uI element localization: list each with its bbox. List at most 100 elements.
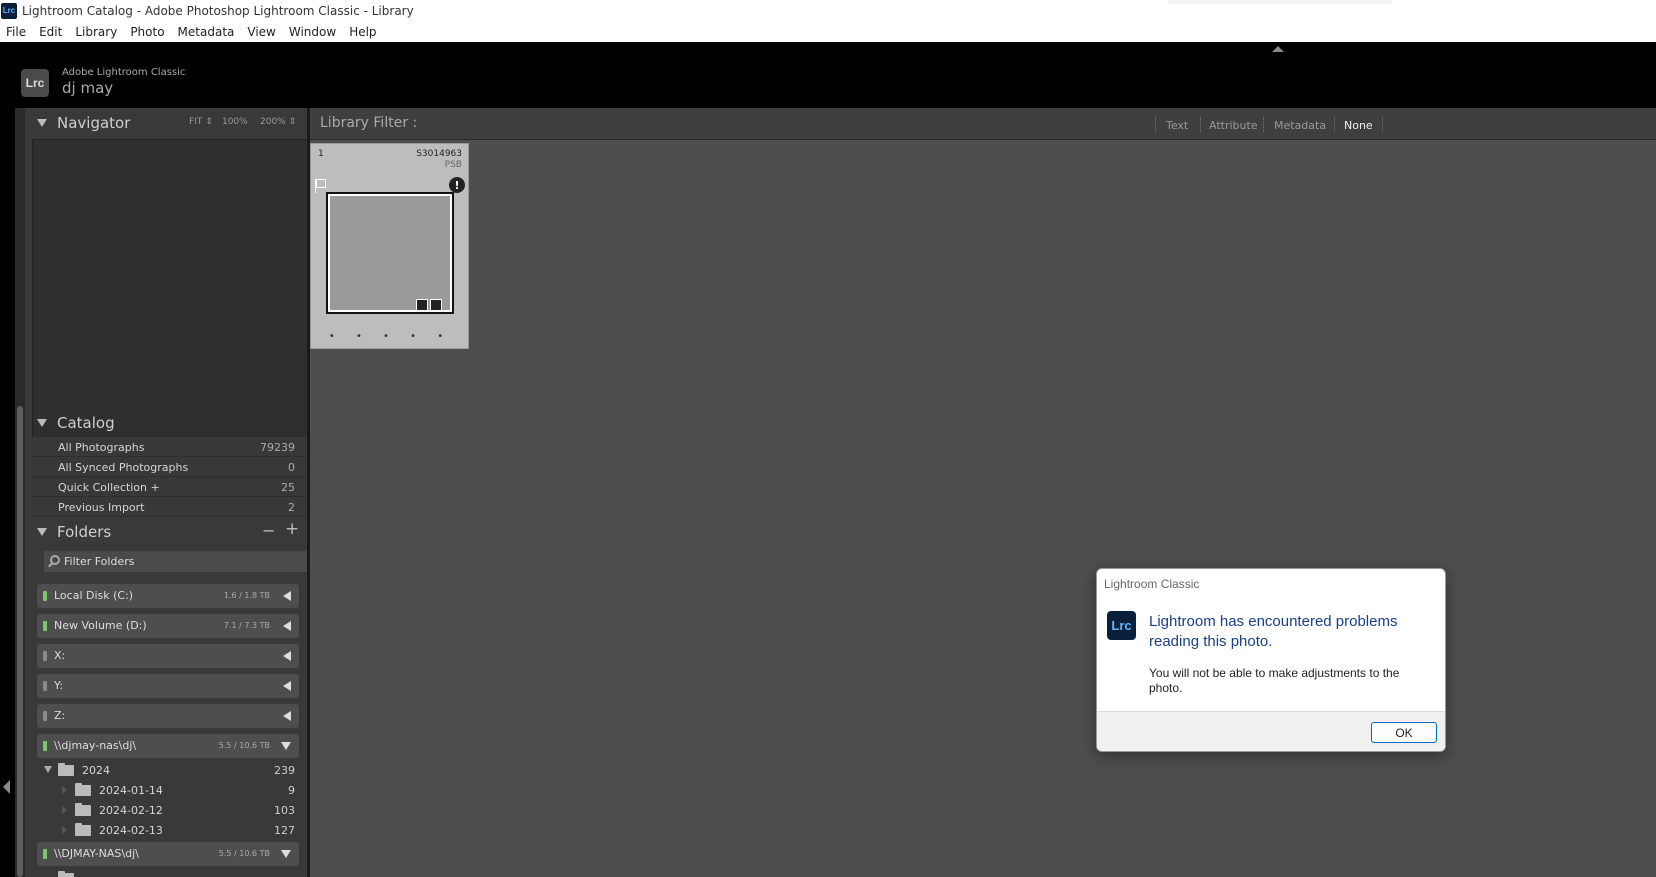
menu-metadata[interactable]: Metadata bbox=[178, 25, 235, 39]
flag-icon[interactable] bbox=[315, 179, 326, 193]
titlebar-blank bbox=[1168, 0, 1392, 4]
catalog-item-previous-import[interactable]: Previous Import 2 bbox=[32, 497, 307, 517]
folder-row-2024-02-12[interactable]: 2024-02-12 103 bbox=[32, 800, 307, 820]
folder-collapsed-triangle-icon[interactable] bbox=[62, 786, 67, 794]
warning-icon[interactable]: ! bbox=[449, 177, 465, 193]
menu-library[interactable]: Library bbox=[75, 25, 117, 39]
volume-djmay-nas[interactable]: \\djmay-nas\dj\ 5.5 / 10.6 TB bbox=[37, 734, 299, 758]
dialog-body: You will not be able to make adjustments… bbox=[1149, 666, 1400, 695]
zoom-100[interactable]: 100% bbox=[222, 117, 248, 127]
catalog-title: Catalog bbox=[57, 414, 115, 432]
lrc-app-icon: Lrc bbox=[1, 2, 17, 19]
expand-left-triangle-icon[interactable] bbox=[283, 591, 291, 601]
ok-button[interactable]: OK bbox=[1371, 722, 1437, 743]
filter-separator bbox=[1334, 117, 1335, 132]
left-panel-toggle-icon[interactable] bbox=[3, 780, 10, 794]
volume-label: X: bbox=[54, 649, 66, 662]
volume-space: 5.5 / 10.6 TB bbox=[218, 741, 270, 750]
folder-count: 9 bbox=[288, 784, 295, 797]
catalog-item-count: 25 bbox=[281, 481, 295, 494]
collapse-down-triangle-icon[interactable] bbox=[281, 850, 291, 858]
volume-local-disk-c[interactable]: Local Disk (C:) 1.6 / 1.8 TB bbox=[37, 584, 299, 608]
volume-new-volume-d[interactable]: New Volume (D:) 7.1 / 7.3 TB bbox=[37, 614, 299, 638]
filter-folders-input[interactable]: Filter Folders bbox=[44, 551, 307, 572]
volume-status-led bbox=[43, 591, 47, 601]
catalog-header[interactable]: Catalog bbox=[32, 410, 307, 436]
expand-left-triangle-icon[interactable] bbox=[283, 621, 291, 631]
menu-file[interactable]: File bbox=[6, 25, 26, 39]
left-panel-edge bbox=[0, 108, 15, 877]
catalog-item-label: Previous Import bbox=[58, 501, 145, 514]
expand-left-triangle-icon[interactable] bbox=[283, 681, 291, 691]
filter-none-tab[interactable]: None bbox=[1344, 119, 1373, 132]
volume-z[interactable]: Z: bbox=[37, 704, 299, 728]
volume-x[interactable]: X: bbox=[37, 644, 299, 668]
zoom-fit[interactable]: FIT ⇕ bbox=[189, 117, 213, 127]
folder-collapsed-triangle-icon[interactable] bbox=[62, 806, 67, 814]
thumbnail-cell[interactable]: 1 S3014963 PSB ! • • • • • bbox=[310, 143, 469, 349]
lrc-dialog-icon: Lrc bbox=[1107, 611, 1136, 640]
folder-icon bbox=[75, 823, 91, 836]
catalog-item-count: 79239 bbox=[260, 441, 295, 454]
folder-row-2024[interactable]: 2024 239 bbox=[32, 760, 307, 780]
collapse-down-triangle-icon[interactable] bbox=[281, 742, 291, 750]
collapse-triangle-icon[interactable] bbox=[37, 528, 47, 536]
folder-row-2024-01-14[interactable]: 2024-01-14 9 bbox=[32, 780, 307, 800]
volume-space: 5.5 / 10.6 TB bbox=[218, 849, 270, 858]
identity-user: dj may bbox=[62, 79, 114, 97]
volume-status-led bbox=[43, 711, 47, 721]
collapse-triangle-icon[interactable] bbox=[37, 419, 47, 427]
expand-left-triangle-icon[interactable] bbox=[283, 651, 291, 661]
folders-title: Folders bbox=[57, 523, 112, 541]
dialog-title: Lightroom Classic bbox=[1104, 577, 1200, 591]
volume-status-led bbox=[43, 681, 47, 691]
identity-subtitle: Adobe Lightroom Classic bbox=[62, 67, 186, 78]
folder-icon bbox=[58, 763, 74, 776]
folder-row-2024-02-13[interactable]: 2024-02-13 127 bbox=[32, 820, 307, 840]
scrollbar-thumb[interactable] bbox=[17, 406, 23, 877]
volume-space: 7.1 / 7.3 TB bbox=[223, 621, 270, 630]
filter-text-tab[interactable]: Text bbox=[1166, 119, 1188, 132]
star-rating[interactable]: • • • • • bbox=[311, 331, 470, 342]
filter-metadata-tab[interactable]: Metadata bbox=[1274, 119, 1326, 132]
volume-label: Local Disk (C:) bbox=[54, 589, 134, 602]
volume-label: Z: bbox=[54, 709, 66, 722]
add-folder-button[interactable]: + bbox=[285, 519, 299, 539]
folder-collapsed-triangle-icon[interactable] bbox=[62, 826, 67, 834]
volume-status-led bbox=[43, 849, 47, 859]
left-panel-scrollbar[interactable] bbox=[15, 108, 25, 877]
volume-djmay-nas-upper[interactable]: \\DJMAY-NAS\dj\ 5.5 / 10.6 TB bbox=[37, 842, 299, 866]
menu-view[interactable]: View bbox=[247, 25, 275, 39]
remove-folder-button[interactable]: − bbox=[262, 521, 275, 540]
menu-edit[interactable]: Edit bbox=[39, 25, 62, 39]
filter-attribute-tab[interactable]: Attribute bbox=[1209, 119, 1258, 132]
top-panel-toggle-icon[interactable] bbox=[1272, 46, 1284, 52]
folder-row-partial[interactable] bbox=[32, 868, 307, 877]
zoom-200[interactable]: 200% ⇕ bbox=[260, 117, 296, 127]
dialog-heading: Lightroom has encountered problems readi… bbox=[1149, 613, 1398, 650]
folder-label: 2024-02-12 bbox=[99, 804, 163, 817]
filter-separator bbox=[1155, 117, 1156, 132]
catalog-item-quick-collection[interactable]: Quick Collection + 25 bbox=[32, 477, 307, 497]
folder-count: 127 bbox=[274, 824, 295, 837]
volume-status-led bbox=[43, 741, 47, 751]
menu-window[interactable]: Window bbox=[289, 25, 336, 39]
catalog-item-all-synced[interactable]: All Synced Photographs 0 bbox=[32, 457, 307, 477]
collapse-triangle-icon[interactable] bbox=[37, 119, 47, 127]
thumbnail-index: 1 bbox=[318, 149, 324, 159]
edit-badge-icon[interactable] bbox=[430, 299, 442, 311]
thumbnail-image[interactable] bbox=[326, 192, 454, 314]
identity-plate: Lrc Adobe Lightroom Classic dj may bbox=[0, 42, 1656, 108]
volume-y[interactable]: Y: bbox=[37, 674, 299, 698]
catalog-item-all-photographs[interactable]: All Photographs 79239 bbox=[32, 437, 307, 457]
folder-icon bbox=[75, 803, 91, 816]
folder-expanded-triangle-icon[interactable] bbox=[44, 766, 52, 773]
filter-separator bbox=[1200, 117, 1201, 132]
library-filter-title: Library Filter : bbox=[320, 115, 418, 131]
menu-photo[interactable]: Photo bbox=[130, 25, 164, 39]
search-icon bbox=[50, 555, 60, 565]
catalog-item-label: All Photographs bbox=[58, 441, 145, 454]
expand-left-triangle-icon[interactable] bbox=[283, 711, 291, 721]
keyword-badge-icon[interactable] bbox=[416, 299, 428, 311]
menu-help[interactable]: Help bbox=[349, 25, 376, 39]
